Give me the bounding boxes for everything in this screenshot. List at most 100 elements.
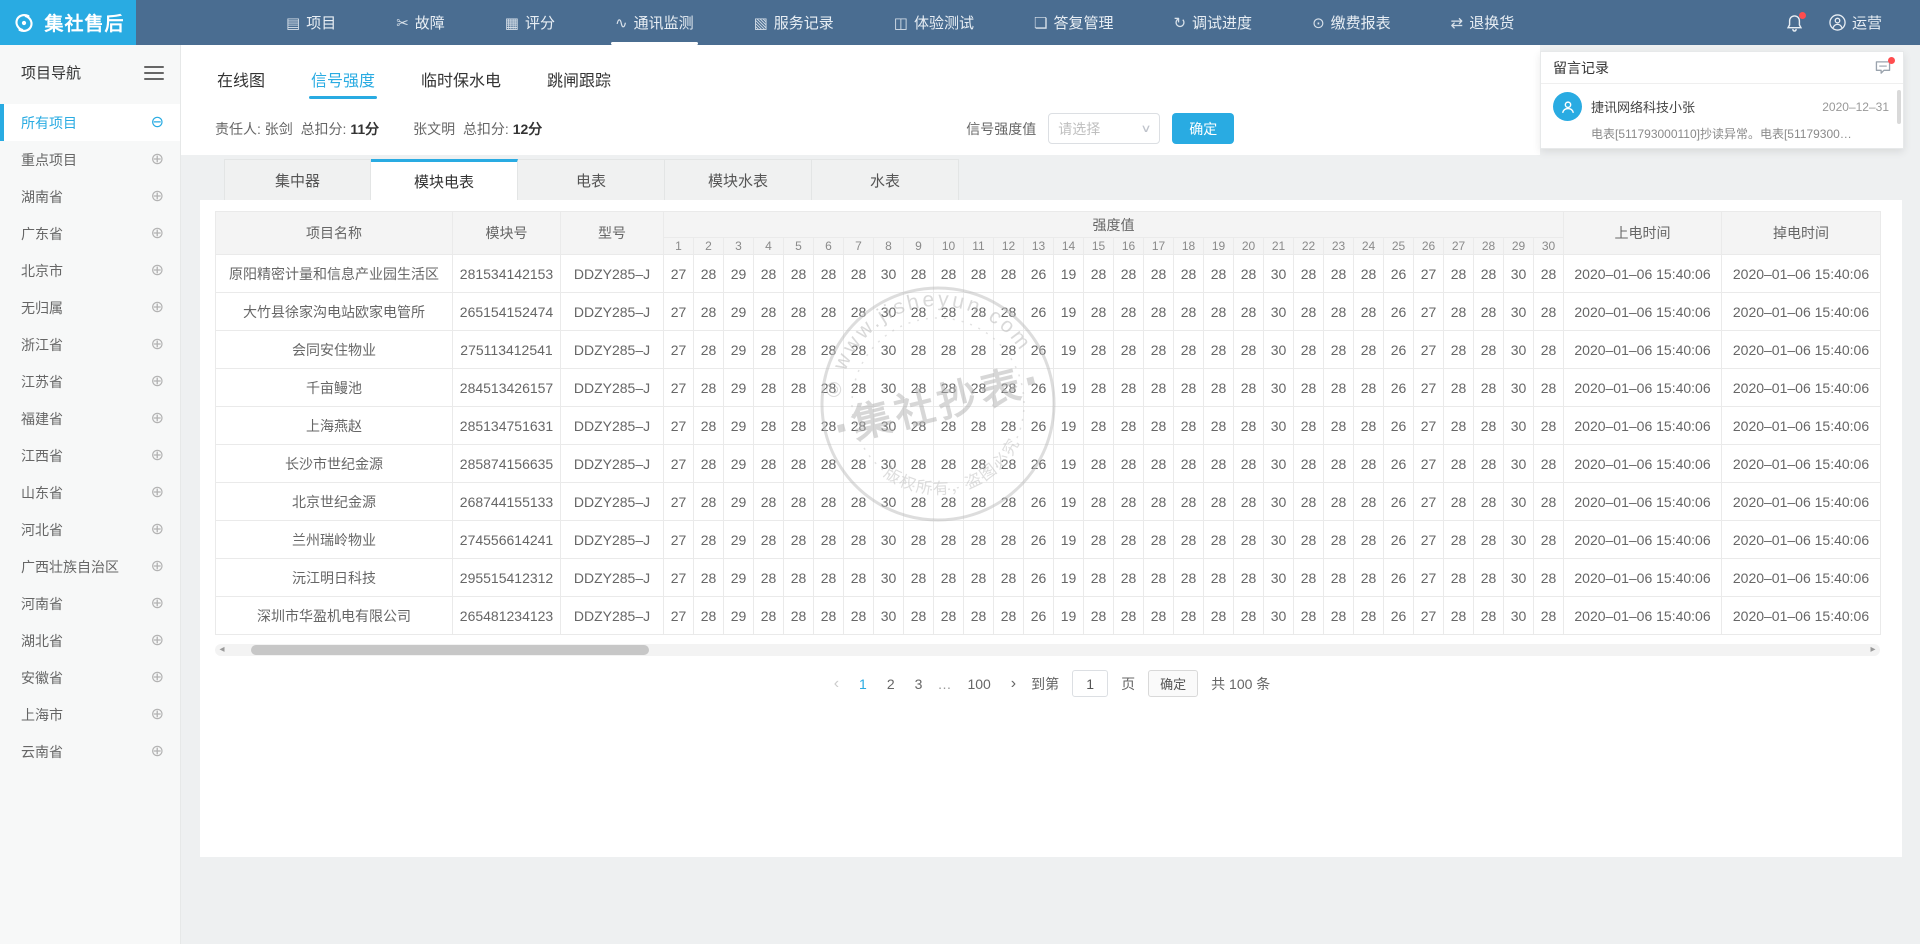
page-tab-2[interactable]: 信号强度 bbox=[309, 45, 377, 107]
sidebar-item-14[interactable]: 河南省⊕ bbox=[0, 585, 180, 622]
nav-item-6[interactable]: ◫体验测试 bbox=[894, 0, 974, 45]
meter-tab-3[interactable]: 电表 bbox=[518, 159, 665, 201]
sidebar-item-10[interactable]: 江西省 ⊕ bbox=[0, 437, 180, 474]
cell-strength-30: 28 bbox=[1534, 255, 1564, 293]
expand-node-icon[interactable]: ⊕ bbox=[151, 374, 164, 390]
next-page-icon[interactable]: › bbox=[1009, 675, 1018, 693]
notification-bell-icon[interactable] bbox=[1786, 14, 1803, 32]
scroll-right-arrow[interactable]: ▸ bbox=[1866, 644, 1880, 656]
sidebar-item-18[interactable]: 云南省⊕ bbox=[0, 733, 180, 770]
sidebar-item-label: 江西省 bbox=[21, 446, 63, 466]
brand-name: 集社售后 bbox=[44, 9, 124, 36]
sidebar-item-13[interactable]: 广西壮族自治区⊕ bbox=[0, 548, 180, 585]
cell-strength-7: 28 bbox=[844, 521, 874, 559]
goto-confirm-button[interactable]: 确定 bbox=[1148, 670, 1198, 697]
meter-tab-1[interactable]: 集中器 bbox=[224, 159, 371, 201]
sidebar-item-11[interactable]: 山东省⊕ bbox=[0, 474, 180, 511]
sidebar-item-8[interactable]: 江苏省⊕ bbox=[0, 363, 180, 400]
app-root: 集社售后 ▤项目 ✂故障 ▦评分 ∿通讯监测 ▧服务记录 ◫体验测试 ❏答复管理 ↻调试进度 ⊙… bbox=[0, 0, 1920, 944]
sidebar-item-17[interactable]: 上海市⊕ bbox=[0, 696, 180, 733]
expand-node-icon[interactable]: ⊕ bbox=[151, 559, 164, 575]
expand-node-icon[interactable]: ⊕ bbox=[151, 263, 164, 279]
expand-node-icon[interactable]: ⊕ bbox=[151, 411, 164, 427]
meter-tab-4[interactable]: 模块水表 bbox=[665, 159, 812, 201]
expand-node-icon[interactable]: ⊕ bbox=[151, 337, 164, 353]
rating-icon: ▦ bbox=[505, 14, 519, 32]
nav-item-8[interactable]: ↻调试进度 bbox=[1173, 0, 1252, 45]
sidebar-item-9[interactable]: 福建省⊕ bbox=[0, 400, 180, 437]
sidebar-item-15[interactable]: 湖北省⊕ bbox=[0, 622, 180, 659]
nav-item-3[interactable]: ▦评分 bbox=[505, 0, 555, 45]
message-badge bbox=[1888, 57, 1895, 64]
nav-item-7[interactable]: ❏答复管理 bbox=[1034, 0, 1113, 45]
sidebar-item-16[interactable]: 安徽省⊕ bbox=[0, 659, 180, 696]
page-number-100[interactable]: 100 bbox=[962, 674, 995, 694]
scrollbar-thumb[interactable] bbox=[251, 645, 649, 655]
nav-item-4[interactable]: ∿通讯监测 bbox=[615, 0, 694, 45]
page-number-1[interactable]: 1 bbox=[854, 674, 872, 694]
sidebar-item-12[interactable]: 河北省⊕ bbox=[0, 511, 180, 548]
cell-strength-25: 26 bbox=[1384, 559, 1414, 597]
brand-logo[interactable]: 集社售后 bbox=[0, 0, 136, 45]
signal-strength-select[interactable]: 请选择 ∨ bbox=[1048, 113, 1160, 144]
sidebar-item-5[interactable]: 北京市⊕ bbox=[0, 252, 180, 289]
meter-tab-2[interactable]: 模块电表 bbox=[371, 159, 518, 201]
user-menu[interactable]: 运营 bbox=[1829, 12, 1882, 33]
cell-project: 大竹县徐家沟电站欧家电管所 bbox=[216, 293, 453, 331]
goto-page-input[interactable] bbox=[1072, 670, 1108, 697]
page-tab-4[interactable]: 跳闸跟踪 bbox=[545, 45, 613, 107]
sidebar-item-2[interactable]: 重点项目⊕ bbox=[0, 141, 180, 178]
expand-node-icon[interactable]: ⊕ bbox=[151, 300, 164, 316]
filter-confirm-button[interactable]: 确定 bbox=[1172, 113, 1234, 144]
message-item[interactable]: 捷讯网络科技小张2020–12–31电表[511793000110]抄读异常。电… bbox=[1541, 84, 1903, 142]
expand-node-icon[interactable]: ⊕ bbox=[151, 189, 164, 205]
scroll-left-arrow[interactable]: ◂ bbox=[215, 644, 229, 656]
page-tab-1[interactable]: 在线图 bbox=[215, 45, 267, 107]
nav-item-1[interactable]: ▤项目 bbox=[286, 0, 336, 45]
page-number-3[interactable]: 3 bbox=[910, 674, 928, 694]
scrollbar-track[interactable] bbox=[229, 644, 1866, 656]
col-header-power-off: 掉电时间 bbox=[1722, 212, 1881, 255]
sidebar-item-7[interactable]: 浙江省⊕ bbox=[0, 326, 180, 363]
experience-test-icon: ◫ bbox=[894, 14, 908, 32]
collapse-node-icon[interactable]: ⊖ bbox=[151, 115, 164, 131]
nav-item-10[interactable]: ⇄退换货 bbox=[1451, 0, 1515, 45]
sidebar-item-1[interactable]: 所有项目⊖ bbox=[0, 104, 180, 141]
expand-node-icon[interactable]: ⊕ bbox=[151, 670, 164, 686]
expand-node-icon[interactable]: ⊕ bbox=[151, 485, 164, 501]
page-number-2[interactable]: 2 bbox=[882, 674, 900, 694]
nav-item-label: 服务记录 bbox=[774, 12, 834, 33]
expand-node-icon[interactable]: ⊕ bbox=[151, 226, 164, 242]
expand-node-icon[interactable]: ⊕ bbox=[151, 633, 164, 649]
sidebar-item-3[interactable]: 湖南省⊕ bbox=[0, 178, 180, 215]
expand-node-icon[interactable]: ⊕ bbox=[151, 744, 164, 760]
cell-strength-29: 30 bbox=[1504, 445, 1534, 483]
nav-item-5[interactable]: ▧服务记录 bbox=[754, 0, 834, 45]
message-panel-scrollbar[interactable] bbox=[1897, 90, 1901, 124]
table-horizontal-scrollbar: ◂ ▸ bbox=[215, 644, 1880, 656]
expand-node-icon[interactable]: ⊕ bbox=[151, 522, 164, 538]
cell-strength-18: 28 bbox=[1174, 255, 1204, 293]
chevron-down-icon: ∨ bbox=[1141, 122, 1152, 135]
nav-item-label: 调试进度 bbox=[1192, 12, 1252, 33]
meter-tab-5[interactable]: 水表 bbox=[812, 159, 959, 201]
collapse-menu-icon[interactable] bbox=[144, 62, 164, 84]
sidebar-item-4[interactable]: 广东省⊕ bbox=[0, 215, 180, 252]
cell-strength-26: 27 bbox=[1414, 407, 1444, 445]
nav-item-2[interactable]: ✂故障 bbox=[396, 0, 445, 45]
sidebar-item-6[interactable]: 无归属⊕ bbox=[0, 289, 180, 326]
cell-strength-2: 28 bbox=[694, 559, 724, 597]
cell-strength-7: 28 bbox=[844, 369, 874, 407]
navbar-right: 运营 bbox=[1786, 12, 1882, 33]
cell-strength-30: 28 bbox=[1534, 445, 1564, 483]
expand-node-icon[interactable]: ⊕ bbox=[151, 448, 164, 464]
prev-page-icon[interactable]: ‹ bbox=[832, 675, 841, 693]
expand-node-icon[interactable]: ⊕ bbox=[151, 596, 164, 612]
nav-item-9[interactable]: ⊙缴费报表 bbox=[1312, 0, 1391, 45]
page-tab-3[interactable]: 临时保水电 bbox=[419, 45, 503, 107]
select-placeholder: 请选择 bbox=[1058, 119, 1100, 139]
expand-node-icon[interactable]: ⊕ bbox=[151, 152, 164, 168]
cell-strength-9: 28 bbox=[904, 597, 934, 635]
message-bubble-icon[interactable] bbox=[1875, 60, 1891, 75]
expand-node-icon[interactable]: ⊕ bbox=[151, 707, 164, 723]
